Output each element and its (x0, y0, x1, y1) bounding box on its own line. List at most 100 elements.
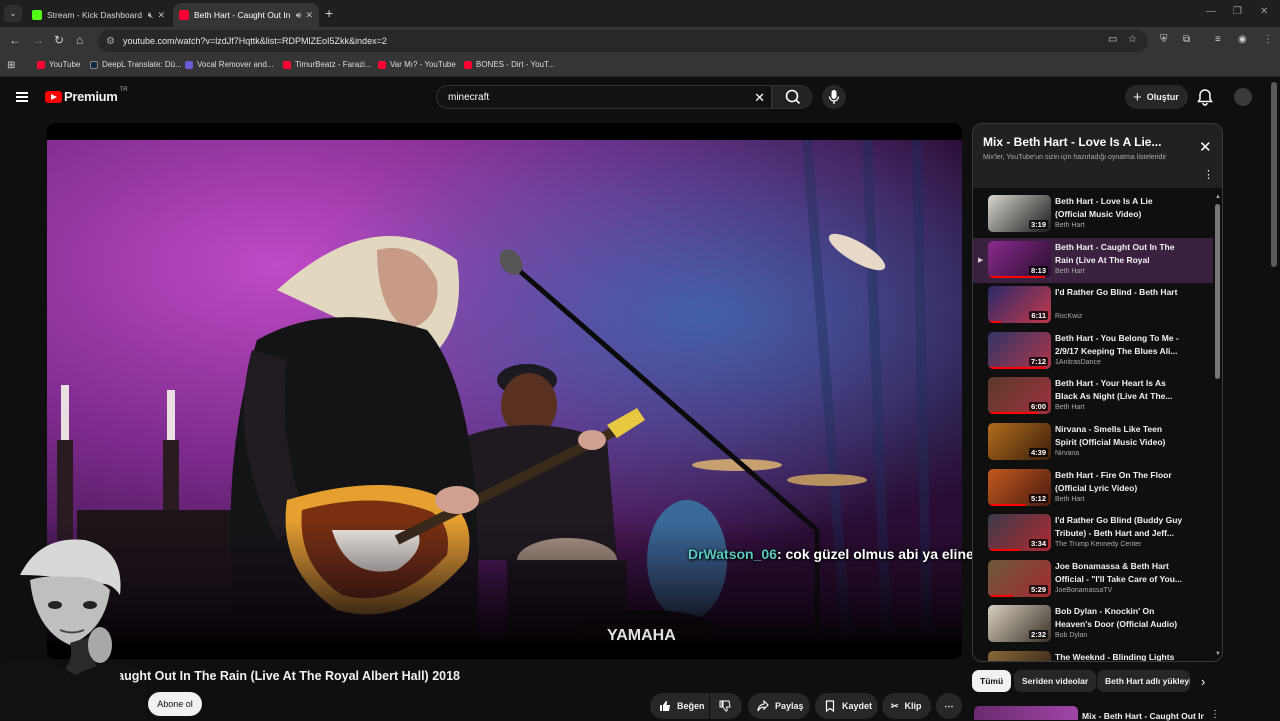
close-tab-icon[interactable]: ✕ (157, 10, 165, 21)
playlist-item[interactable]: 4:39 Nirvana - Smells Like Teen Spirit (O… (973, 420, 1213, 465)
bookmark-youtube[interactable]: YouTube (37, 60, 80, 69)
bookmark-var-mi[interactable]: Var Mı? - YouTube (378, 60, 456, 69)
speaker-icon[interactable]: 🔊︎ (296, 10, 302, 21)
video-thumbnail[interactable] (988, 651, 1051, 661)
bookmark-label: DeepL Translate: Dü... (102, 60, 182, 69)
muted-speaker-icon[interactable]: 🔇︎ (148, 10, 154, 21)
share-label: Paylaş (775, 701, 804, 711)
subscribe-button[interactable]: Abone ol (148, 692, 202, 716)
playlist-menu-icon[interactable]: ⋮ (1203, 168, 1214, 181)
profile-icon[interactable]: ◉ (1238, 34, 1247, 45)
like-button[interactable]: Beğen (650, 693, 709, 719)
video-thumbnail[interactable]: 2:32 (988, 605, 1051, 643)
playlist-item[interactable]: 2:32 Bob Dylan - Knockin' On Heaven's Doo… (973, 602, 1213, 647)
search-input[interactable]: minecraft ✕ (436, 85, 772, 109)
search-icon (785, 89, 801, 105)
cast-icon[interactable]: ▭ (1108, 34, 1117, 45)
scroll-down-arrow-icon[interactable]: ▼ (1215, 651, 1221, 657)
video-player[interactable]: YAMAHA (47, 123, 962, 659)
next-mix-thumbnail[interactable] (974, 706, 1078, 720)
chip-uploader[interactable]: Beth Hart adlı yükleyici (1097, 670, 1190, 692)
bookmark-label: TimurBeatz - Farazi... (295, 60, 372, 69)
minimize-button[interactable]: — (1206, 6, 1216, 17)
notifications-bell-icon[interactable] (1197, 88, 1213, 111)
playlist-scrollbar[interactable] (1215, 204, 1220, 379)
create-button[interactable]: + Oluştur (1125, 85, 1188, 109)
site-info-icon[interactable]: ⚙ (106, 36, 115, 47)
voice-search-button[interactable] (822, 85, 846, 109)
playlist-item[interactable]: 3:19 Beth Hart - Love Is A Lie (Official … (973, 192, 1213, 237)
new-tab-button[interactable]: + (325, 5, 333, 21)
close-tab-icon[interactable]: ✕ (305, 10, 313, 21)
video-thumbnail[interactable]: 3:34 (988, 514, 1051, 552)
reload-icon[interactable]: ↻ (54, 33, 64, 47)
account-avatar[interactable] (1234, 88, 1252, 106)
chip-from-series[interactable]: Seriden videolar (1014, 670, 1097, 692)
url-text: youtube.com/watch?v=lzdJf7Hqttk&list=RDP… (122, 36, 387, 46)
video-thumbnail[interactable]: 5:29 (988, 559, 1051, 597)
video-thumbnail[interactable]: 8:13 (988, 240, 1051, 278)
playlist-subtitle: Mix'ler, YouTube'un sizin için hazırladı… (983, 154, 1167, 161)
search-query: minecraft (448, 92, 490, 103)
video-duration: 6:11 (1029, 311, 1048, 321)
search-button[interactable] (772, 85, 812, 109)
video-duration: 3:19 (1028, 220, 1048, 229)
scroll-up-arrow-icon[interactable]: ▲ (1215, 194, 1221, 200)
clear-search-icon[interactable]: ✕ (754, 90, 765, 106)
video-thumbnail[interactable]: 6:00 (988, 377, 1051, 415)
playlist-item[interactable]: 6:11 I'd Rather Go Blind - Beth Hart RocKw… (973, 283, 1213, 328)
address-bar[interactable]: ⚙ youtube.com/watch?v=lzdJf7Hqttk&list=R… (98, 30, 1148, 52)
shield-extension-icon[interactable]: ⛨ (1160, 34, 1168, 45)
playlist-item[interactable]: 5:29 Joe Bonamassa & Beth Hart Official -… (973, 557, 1213, 602)
menu-icon[interactable] (16, 92, 28, 102)
bookmark-star-icon[interactable]: ☆ (1128, 34, 1137, 45)
playlist-item-channel: Beth Hart (1055, 495, 1085, 503)
youtube-favicon-icon (179, 10, 189, 20)
dislike-button[interactable] (710, 693, 742, 719)
apps-grid-icon[interactable]: ⊞ (7, 60, 15, 71)
chip-all[interactable]: Tümü (972, 670, 1012, 692)
playlist-item[interactable]: 5:12 Beth Hart - Fire On The Floor (Offic… (973, 466, 1213, 511)
next-mix-menu-icon[interactable]: ⋮ (1210, 709, 1220, 720)
playlist-item[interactable]: ▶ 8:13 Beth Hart - Caught Out In The Rain … (973, 237, 1213, 283)
save-button[interactable]: Kaydet (815, 693, 878, 719)
playlist-title[interactable]: Mix - Beth Hart - Love Is A Lie... (983, 135, 1161, 149)
bookmark-bones-dirt[interactable]: BONES - Dirt - YouT... (464, 60, 555, 69)
video-thumbnail[interactable]: 7:12 (988, 331, 1051, 369)
clip-button[interactable]: ✂ Klip (882, 693, 931, 719)
home-icon[interactable]: ⌂ (76, 33, 83, 47)
video-thumbnail[interactable]: 3:19 (988, 195, 1051, 232)
media-control-icon[interactable]: ≡ (1215, 34, 1221, 45)
share-button[interactable]: Paylaş (748, 693, 810, 719)
bookmark-timurbeatz[interactable]: TimurBeatz - Farazi... (283, 60, 372, 69)
bookmark-deepl[interactable]: DeepL Translate: Dü... (90, 60, 182, 69)
vocal-remover-favicon-icon (185, 60, 193, 69)
video-thumbnail[interactable]: 4:39 (988, 423, 1051, 460)
browser-tab-kick[interactable]: Stream - Kick Dashboard 🔇︎ ✕ (26, 3, 171, 27)
playlist-item[interactable]: 6:00 Beth Hart - Your Heart Is As Black A… (973, 374, 1213, 419)
forward-arrow-icon[interactable]: → (32, 33, 44, 47)
chevron-right-icon[interactable]: › (1201, 674, 1205, 689)
playlist-item-channel: Beth Hart (1055, 267, 1085, 275)
video-thumbnail[interactable]: 5:12 (988, 468, 1051, 506)
browser-tab-youtube[interactable]: Beth Hart - Caught Out In T 🔊︎ ✕ (173, 3, 319, 27)
browser-menu-icon[interactable]: ⋮ (1263, 34, 1273, 45)
youtube-premium-logo[interactable]: Premium TR (45, 87, 128, 104)
playlist-item-channel: Beth Hart (1055, 404, 1085, 412)
video-duration: 8:13 (1028, 265, 1048, 275)
page-scrollbar[interactable] (1271, 82, 1277, 267)
close-playlist-icon[interactable]: ✕ (1199, 138, 1212, 156)
back-arrow-icon[interactable]: ← (9, 33, 21, 47)
tab-search-button[interactable]: ⌄ (4, 5, 22, 22)
extensions-icon[interactable]: ⧉ (1183, 34, 1190, 45)
watch-progress-bar (988, 503, 1026, 506)
playlist-item-title: Bob Dylan - Knockin' On Heaven's Door (O… (1055, 606, 1178, 630)
playlist-item[interactable]: 7:12 Beth Hart - You Belong To Me - 2/9/1… (973, 329, 1213, 374)
bookmark-vocal-remover[interactable]: Vocal Remover and... (185, 60, 273, 69)
close-window-button[interactable]: ✕ (1260, 6, 1268, 17)
video-thumbnail[interactable]: 6:11 (988, 286, 1051, 324)
more-actions-button[interactable]: ⋯ (936, 693, 962, 719)
playlist-item[interactable]: The Weeknd - Blinding Lights (973, 648, 1213, 661)
restore-button[interactable]: ❐ (1233, 6, 1242, 17)
playlist-item[interactable]: 3:34 I'd Rather Go Blind (Buddy Guy Tribu… (973, 511, 1213, 556)
